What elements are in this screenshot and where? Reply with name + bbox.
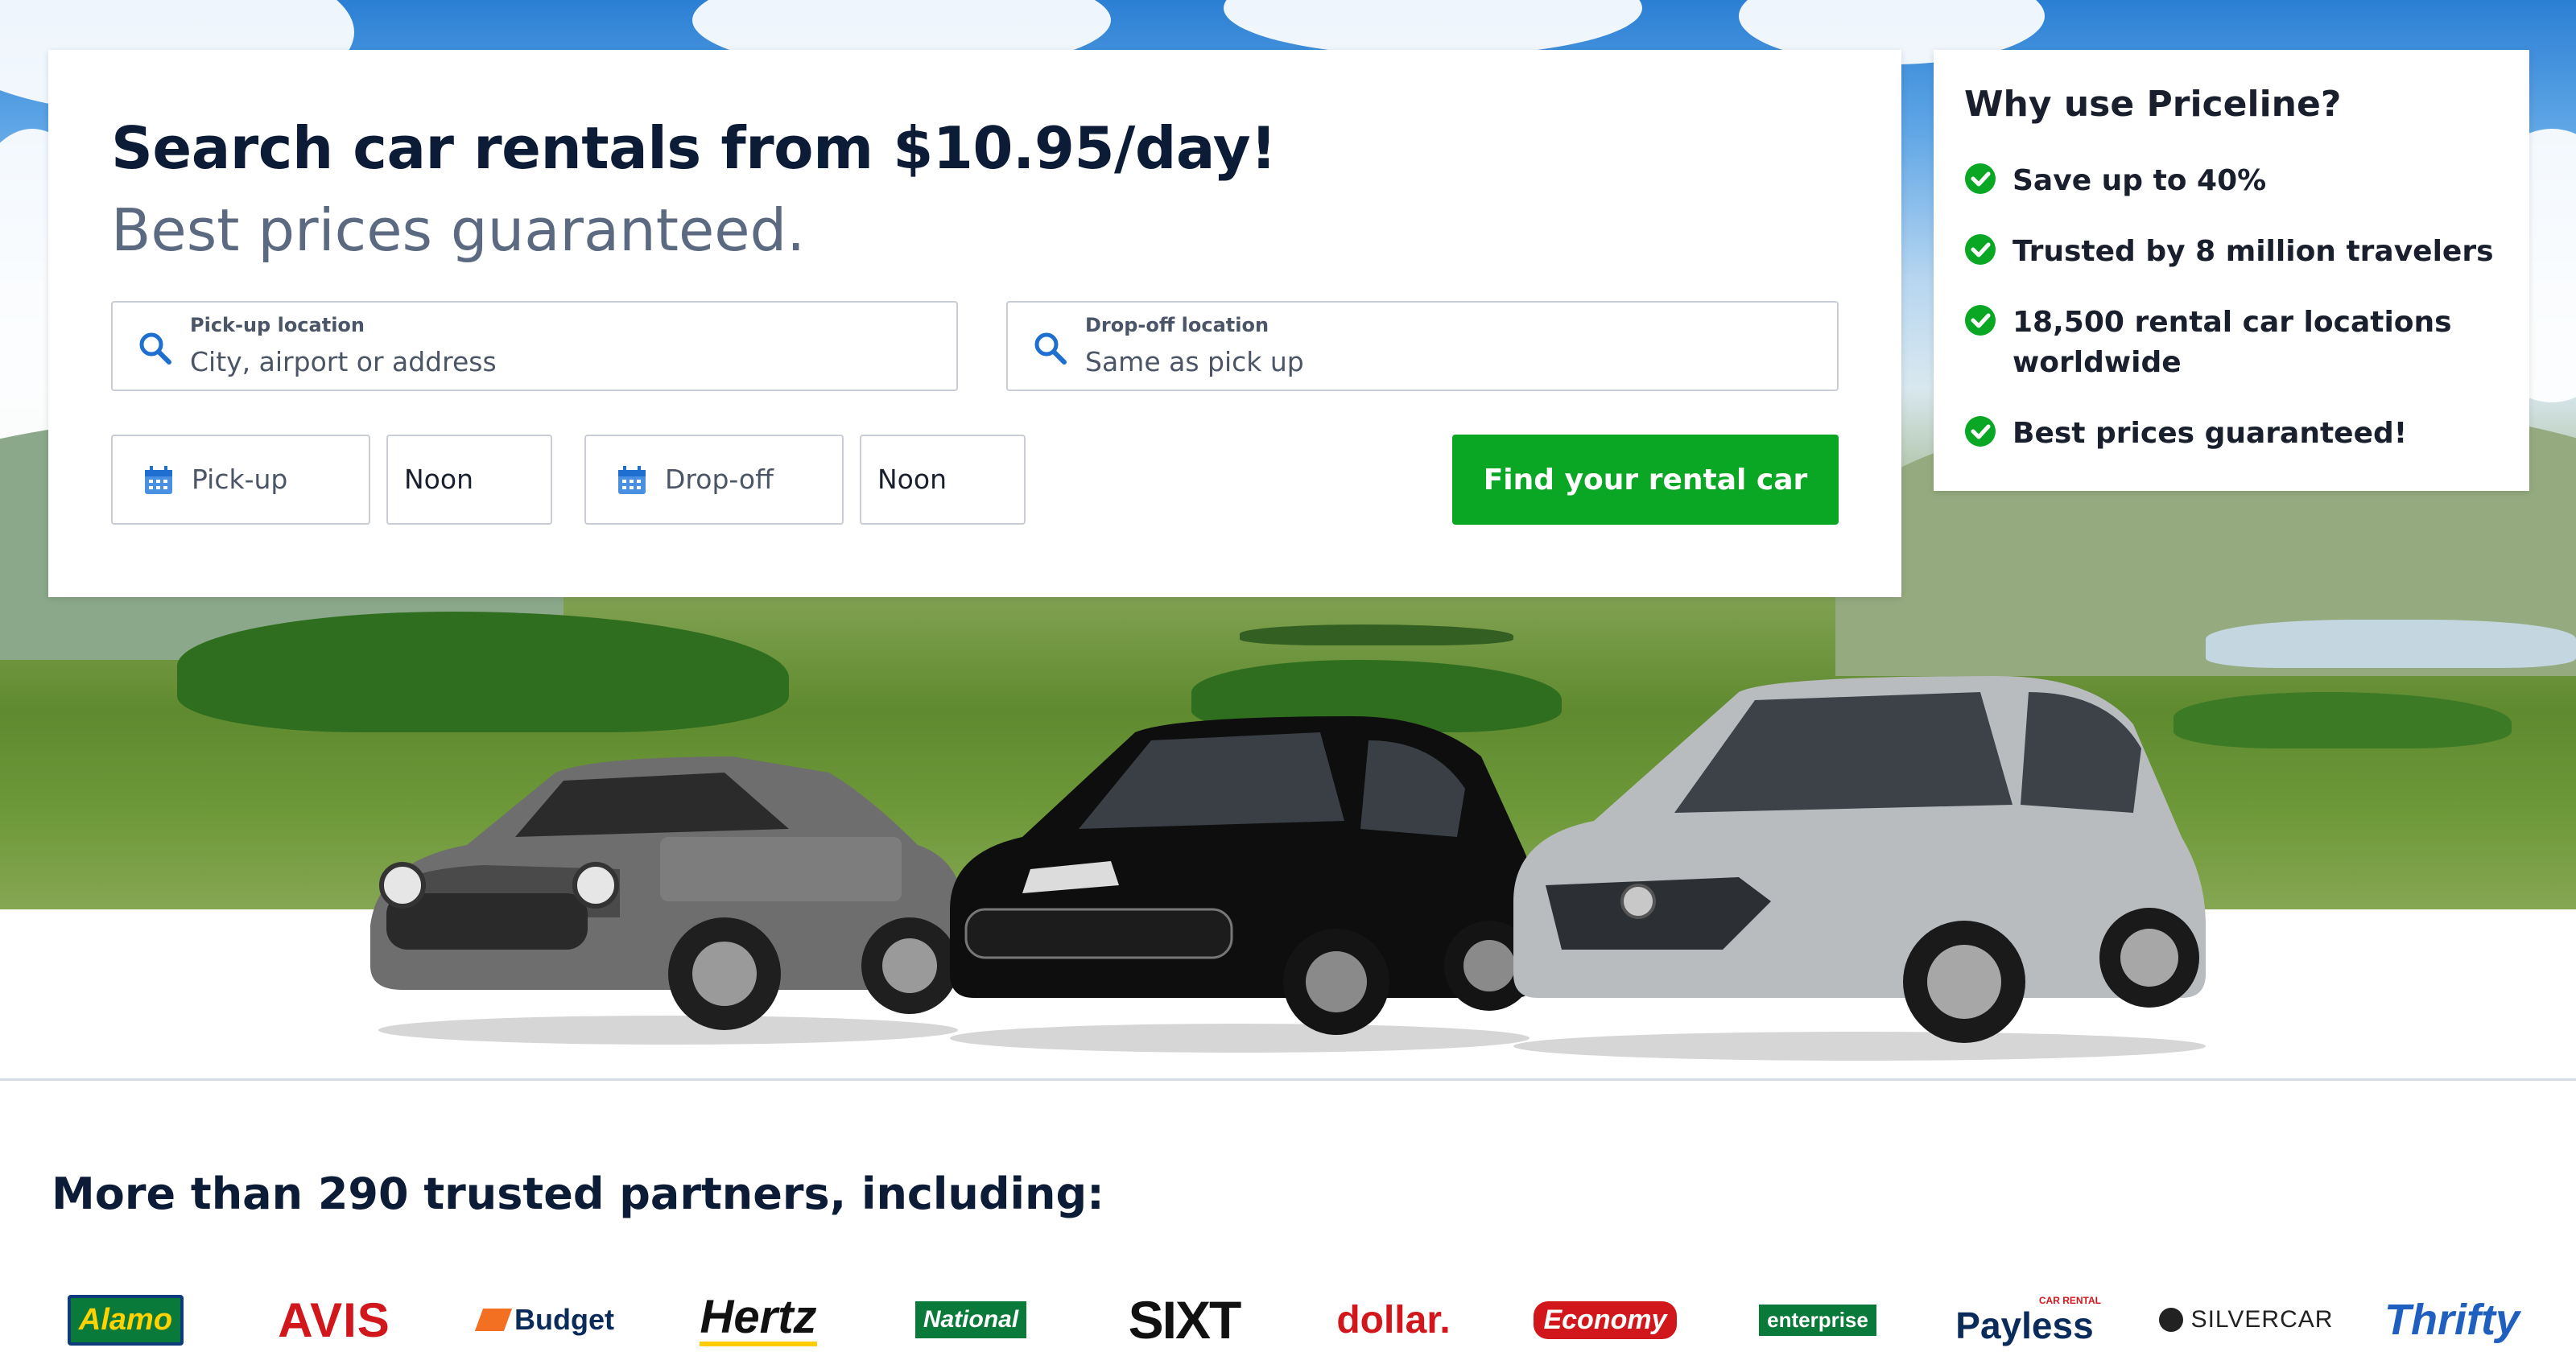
partner-name: Budget [514, 1303, 614, 1336]
budget-mark-icon [474, 1309, 513, 1331]
pickup-location-field[interactable]: Pick-up location [111, 301, 958, 391]
benefit-text: Trusted by 8 million travelers [2013, 235, 2494, 268]
partner-logo-sixt: SIXT [1108, 1288, 1261, 1352]
search-icon [1034, 332, 1067, 365]
partner-logo-silvercar: SILVERCAR [2157, 1288, 2334, 1352]
benefit-text-continued: worldwide [2013, 346, 2182, 379]
dropoff-date-text: Drop-off [665, 464, 774, 495]
dropoff-time-value: Noon [877, 464, 947, 495]
partner-logo-thrifty: Thrifty [2372, 1288, 2533, 1352]
partner-logo-budget: Budget [470, 1288, 623, 1352]
why-priceline-panel: Why use Priceline? Save up to 40% Truste… [1934, 50, 2529, 491]
suv-car-image [1513, 676, 2206, 1061]
partner-name: Thrifty [2384, 1296, 2520, 1344]
dropoff-time-select[interactable]: Noon [860, 435, 1026, 525]
benefit-text: Best prices guaranteed! [2013, 417, 2408, 450]
partner-name: National [914, 1301, 1027, 1338]
why-title: Why use Priceline? [1964, 84, 2342, 125]
pickup-location-label: Pick-up location [190, 314, 365, 336]
partner-name: SIXT [1128, 1290, 1242, 1350]
dropoff-location-field[interactable]: Drop-off location [1006, 301, 1839, 391]
pickup-time-select[interactable]: Noon [386, 435, 552, 525]
partner-name: enterprise [1759, 1304, 1876, 1336]
partner-logo-payless: CAR RENTAL Payless [1948, 1288, 2101, 1352]
hatchback-car-image [950, 716, 1538, 1053]
convertible-car-image [370, 756, 966, 1045]
section-divider [0, 1078, 2576, 1081]
pickup-date-field[interactable]: Pick-up [111, 435, 370, 525]
calendar-icon [618, 466, 646, 494]
partner-name: AVIS [278, 1292, 390, 1347]
pickup-location-input[interactable] [190, 343, 898, 380]
partner-name: Alamo [67, 1294, 184, 1346]
tree-line [2174, 692, 2512, 748]
tree-line [1240, 624, 1513, 645]
partner-logo-national: National [897, 1288, 1045, 1352]
silvercar-mark-icon [2158, 1308, 2183, 1332]
tree-line [177, 612, 789, 732]
partner-name: Hertz [700, 1293, 817, 1346]
search-icon [139, 332, 171, 365]
find-rental-car-button[interactable]: Find your rental car [1452, 435, 1839, 525]
check-circle-icon [1965, 416, 1996, 447]
car-search-card: Search car rentals from $10.95/day! Best… [48, 50, 1901, 597]
dropoff-location-label: Drop-off location [1085, 314, 1269, 336]
partner-name: dollar. [1336, 1298, 1451, 1342]
partner-logo-dollar: dollar. [1317, 1288, 1470, 1352]
check-circle-icon [1965, 234, 1996, 265]
lake [2206, 620, 2576, 668]
partner-name: Economy [1534, 1300, 1677, 1339]
partner-logo-alamo: Alamo [53, 1288, 198, 1352]
check-circle-icon [1965, 305, 1996, 336]
pickup-date-text: Pick-up [192, 464, 288, 495]
partner-name: Payless [1955, 1305, 2094, 1346]
pickup-time-value: Noon [404, 464, 473, 495]
benefit-text: 18,500 rental car locations [2013, 306, 2452, 339]
partner-logo-avis: AVIS [258, 1288, 411, 1352]
calendar-icon [145, 466, 172, 494]
partners-title: More than 290 trusted partners, includin… [52, 1169, 1104, 1219]
cloud [1224, 0, 1642, 56]
partner-name: SILVERCAR [2190, 1306, 2334, 1333]
check-circle-icon [1965, 163, 1996, 194]
dropoff-location-input[interactable] [1085, 343, 1794, 380]
benefit-text: Save up to 40% [2013, 164, 2267, 197]
partner-logo-economy: Economy [1533, 1288, 1678, 1352]
partner-logo-hertz: Hertz [686, 1288, 831, 1352]
dropoff-date-field[interactable]: Drop-off [584, 435, 844, 525]
partner-logo-enterprise: enterprise [1744, 1288, 1892, 1352]
search-headline: Search car rentals from $10.95/day! [111, 114, 1277, 182]
search-subhead: Best prices guaranteed. [111, 196, 806, 264]
